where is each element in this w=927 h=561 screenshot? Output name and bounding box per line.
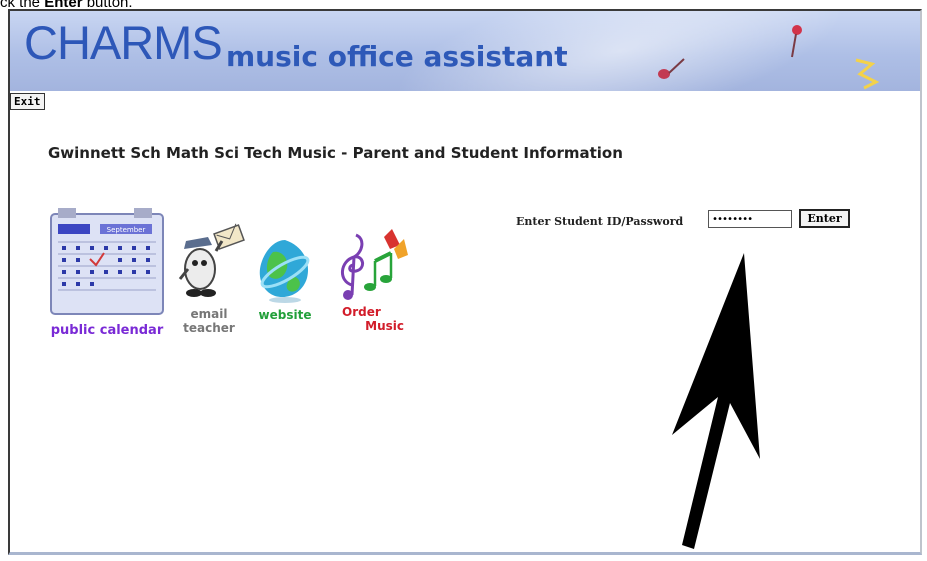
student-id-password-input[interactable]: [708, 210, 792, 228]
website-label: website: [258, 308, 312, 322]
music-note-icon: [791, 25, 802, 58]
order-label-line1: Order: [342, 305, 381, 319]
lightning-decoration-icon: [855, 58, 880, 90]
header-banner: CHARMS music office assistant: [10, 11, 920, 91]
student-id-label: Enter Student ID/Password: [516, 215, 684, 228]
app-window: CHARMS music office assistant Exit Gwinn…: [8, 9, 922, 555]
annotation-arrow-icon: [672, 253, 760, 549]
order-label-line2: Music: [365, 319, 404, 333]
music-notes-icon: [341, 229, 408, 300]
page-title: Gwinnett Sch Math Sci Tech Music - Paren…: [48, 144, 623, 162]
public-calendar-link[interactable]: September public calendar: [46, 208, 168, 338]
exit-button[interactable]: Exit: [10, 93, 45, 110]
globe-icon: [259, 240, 310, 303]
svg-text:September: September: [107, 226, 146, 234]
email-teacher-link[interactable]: email teacher: [172, 223, 246, 335]
music-note-icon: [658, 58, 685, 79]
public-calendar-label: public calendar: [50, 323, 164, 338]
charms-logo: CHARMS: [24, 16, 223, 69]
calendar-icon: September: [50, 208, 164, 315]
website-link[interactable]: website: [254, 236, 316, 322]
email-mascot-icon: [178, 223, 245, 297]
enter-button[interactable]: Enter: [799, 209, 850, 228]
order-music-link[interactable]: Order Music: [330, 225, 410, 333]
email-label-line1: email: [190, 307, 228, 321]
email-label-line2: teacher: [183, 321, 235, 335]
app-subtitle: music office assistant: [226, 40, 568, 73]
